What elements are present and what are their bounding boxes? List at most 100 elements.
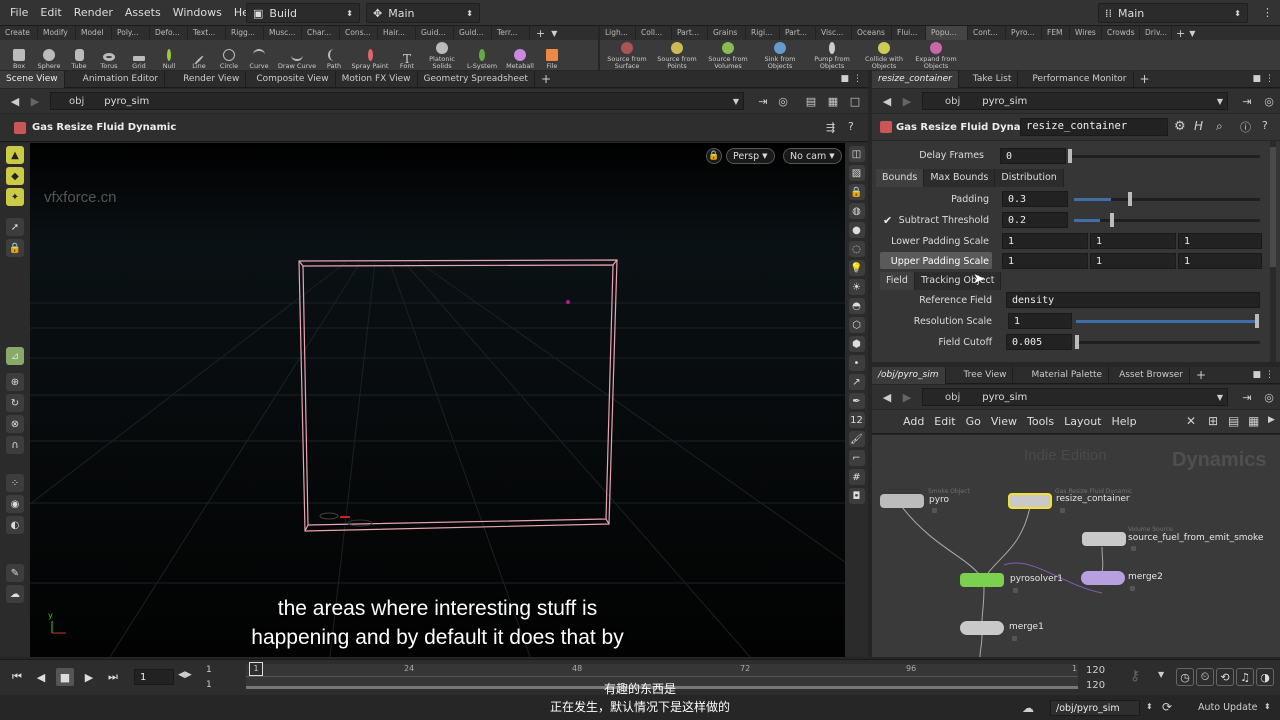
upper-padding-scale-z[interactable]: 1 — [1178, 253, 1262, 269]
sync-icon[interactable]: ⟳ — [1162, 700, 1172, 714]
tab-scene-view[interactable]: Scene View — [0, 70, 65, 88]
info-icon[interactable]: ⓘ — [1240, 119, 1251, 135]
snap-grid-icon[interactable]: ⊗ — [6, 415, 24, 433]
field-cutoff-knob[interactable] — [1075, 335, 1079, 349]
network-menu-go[interactable]: Go — [961, 415, 986, 428]
add-tab-icon[interactable]: + — [1196, 368, 1206, 382]
delay-frames-knob[interactable] — [1068, 149, 1072, 163]
path-node[interactable]: pyro_sim — [104, 96, 149, 107]
lock-icon[interactable]: 🔒 — [6, 239, 24, 257]
tool-metaball[interactable]: Metaball — [502, 40, 538, 70]
eye-icon[interactable]: ◉ — [6, 495, 24, 513]
tab-field[interactable]: Field — [880, 272, 915, 290]
tool-circle[interactable]: Circle — [214, 40, 244, 70]
path-field[interactable]: obj pyro_sim ▼ — [50, 92, 744, 110]
delay-frames-slider[interactable] — [1070, 155, 1260, 158]
menu-render[interactable]: Render — [68, 0, 119, 26]
pane-menu-icon[interactable]: ⋮ — [1265, 74, 1274, 84]
tree-icon[interactable]: ⊞ — [1208, 414, 1218, 428]
shelf-tab-wires[interactable]: Wires — [1070, 26, 1102, 40]
tool-curve[interactable]: Curve — [244, 40, 274, 70]
node-source-fuel[interactable] — [1082, 532, 1126, 546]
update-mode-label[interactable]: Auto Update — [1198, 702, 1257, 713]
camera-display-icon[interactable]: ◘ — [848, 488, 865, 504]
tab-bounds[interactable]: Bounds — [876, 169, 925, 187]
tab-asset-browser[interactable]: Asset Browser — [1109, 366, 1191, 384]
shelf-tab-poly[interactable]: Poly... — [112, 26, 150, 40]
menu-assets[interactable]: Assets — [119, 0, 167, 26]
link-icon[interactable]: ◎ — [1262, 390, 1276, 404]
chevron-right-icon[interactable]: ▶ — [1268, 415, 1275, 425]
network-menu-view[interactable]: View — [986, 415, 1022, 428]
tool-font[interactable]: T Font — [392, 40, 422, 70]
add-tab-icon[interactable]: + — [541, 72, 551, 86]
node-merge2[interactable] — [1081, 571, 1125, 585]
tab-material-palette[interactable]: Material Palette — [1013, 366, 1110, 384]
padding-knob[interactable] — [1128, 192, 1132, 206]
desktop-selector[interactable]: ▣ Build ⬍ — [246, 3, 360, 23]
chevron-down-icon[interactable]: ▼ — [1217, 393, 1223, 402]
lower-padding-scale-z[interactable]: 1 — [1178, 233, 1262, 249]
grid-display-icon[interactable]: # — [848, 469, 865, 485]
add-shelf-icon-right[interactable]: + — [1176, 27, 1185, 40]
tab-composite-view[interactable]: Composite View — [246, 70, 336, 88]
link-icon[interactable]: ◎ — [1262, 94, 1276, 108]
node-pyro[interactable] — [880, 494, 924, 508]
maximize-pane-icon[interactable]: ■ — [1252, 74, 1261, 84]
field-cutoff-field[interactable]: 0.005 — [1006, 334, 1072, 350]
path-node[interactable]: pyro_sim — [982, 392, 1027, 403]
subtract-threshold-field[interactable]: 0.2 — [1002, 212, 1068, 228]
shelf-tab-lights[interactable]: Ligh... — [600, 26, 636, 40]
shelf-tab-texture[interactable]: Text... — [188, 26, 226, 40]
network-menu-layout[interactable]: Layout — [1059, 415, 1106, 428]
wireframe-icon[interactable]: ◌ — [848, 241, 865, 257]
scene-viewport[interactable]: vfxforce.cn y 🔒 Persp ▼ No cam ▼ the are… — [30, 143, 845, 657]
pane-menu-icon[interactable]: ⋮ — [1262, 6, 1273, 19]
list-icon[interactable]: ⇶ — [826, 121, 835, 134]
handle-tool-icon[interactable]: ▲ — [6, 146, 24, 164]
path-root[interactable]: obj — [945, 392, 960, 403]
resolution-scale-field[interactable]: 1 — [1008, 313, 1072, 329]
add-shelf-icon[interactable]: + — [536, 27, 545, 40]
tool-torus[interactable]: Torus — [94, 40, 124, 70]
maximize-pane-icon[interactable]: ■ — [1252, 370, 1261, 380]
guide-icon[interactable]: ⌐ — [848, 450, 865, 466]
menu-edit[interactable]: Edit — [34, 0, 67, 26]
camera-mode-menu[interactable]: Persp ▼ — [726, 148, 775, 164]
tool-source-from-volumes[interactable]: Source from Volumes — [702, 40, 754, 70]
lock-camera-icon[interactable]: 🔒 — [706, 148, 722, 164]
ghost-icon[interactable]: ▨ — [848, 165, 865, 181]
snapshot-icon[interactable]: ▤ — [804, 94, 818, 108]
brush-icon[interactable]: ✎ — [6, 564, 24, 582]
forward-arrow-icon[interactable]: ▶ — [900, 94, 914, 108]
tool-pump-from-objects[interactable]: Pump from Objects — [806, 40, 858, 70]
tab-geometry-spreadsheet[interactable]: Geometry Spreadsheet — [418, 70, 535, 88]
tab-max-bounds[interactable]: Max Bounds — [924, 169, 996, 187]
visibility-icon[interactable]: ◓ — [848, 298, 865, 314]
path-field[interactable]: obj pyro_sim ▼ — [922, 388, 1228, 406]
pin-icon[interactable]: ⇥ — [756, 94, 770, 108]
resolution-scale-slider[interactable] — [1076, 320, 1256, 323]
add-tab-icon[interactable]: + — [1140, 72, 1150, 86]
render-region-icon[interactable]: □ — [848, 94, 862, 108]
paint-icon[interactable]: 🖌 — [848, 431, 865, 447]
lower-padding-scale-y[interactable]: 1 — [1090, 233, 1176, 249]
back-arrow-icon[interactable]: ◀ — [880, 94, 894, 108]
node-merge1[interactable] — [960, 621, 1004, 635]
lock-view-icon[interactable]: 🔒 — [848, 184, 865, 200]
object-display-icon[interactable]: ⬡ — [848, 317, 865, 333]
delay-frames-field[interactable]: 0 — [1000, 148, 1066, 164]
headlight-icon[interactable]: ☀ — [848, 279, 865, 295]
chevron-updown-icon[interactable]: ⬍ — [1264, 702, 1271, 711]
shelf-tab-viscous[interactable]: Visc... — [816, 26, 852, 40]
network-editor[interactable]: Indie Edition Dynamics Smoke Object pyro… — [872, 435, 1280, 657]
tool-tube[interactable]: Tube — [64, 40, 94, 70]
dots-icon[interactable]: ⁘ — [6, 474, 24, 492]
gear-icon[interactable]: ⚙ — [1174, 119, 1186, 134]
select-arrow-icon[interactable]: ➚ — [6, 218, 24, 236]
link-icon[interactable]: ◎ — [776, 94, 790, 108]
back-arrow-icon[interactable]: ◀ — [880, 390, 894, 404]
tab-performance-monitor[interactable]: Performance Monitor — [1018, 70, 1134, 88]
tool-box[interactable]: Box — [4, 40, 34, 70]
upper-padding-scale-label[interactable]: Upper Padding Scale — [872, 256, 989, 267]
